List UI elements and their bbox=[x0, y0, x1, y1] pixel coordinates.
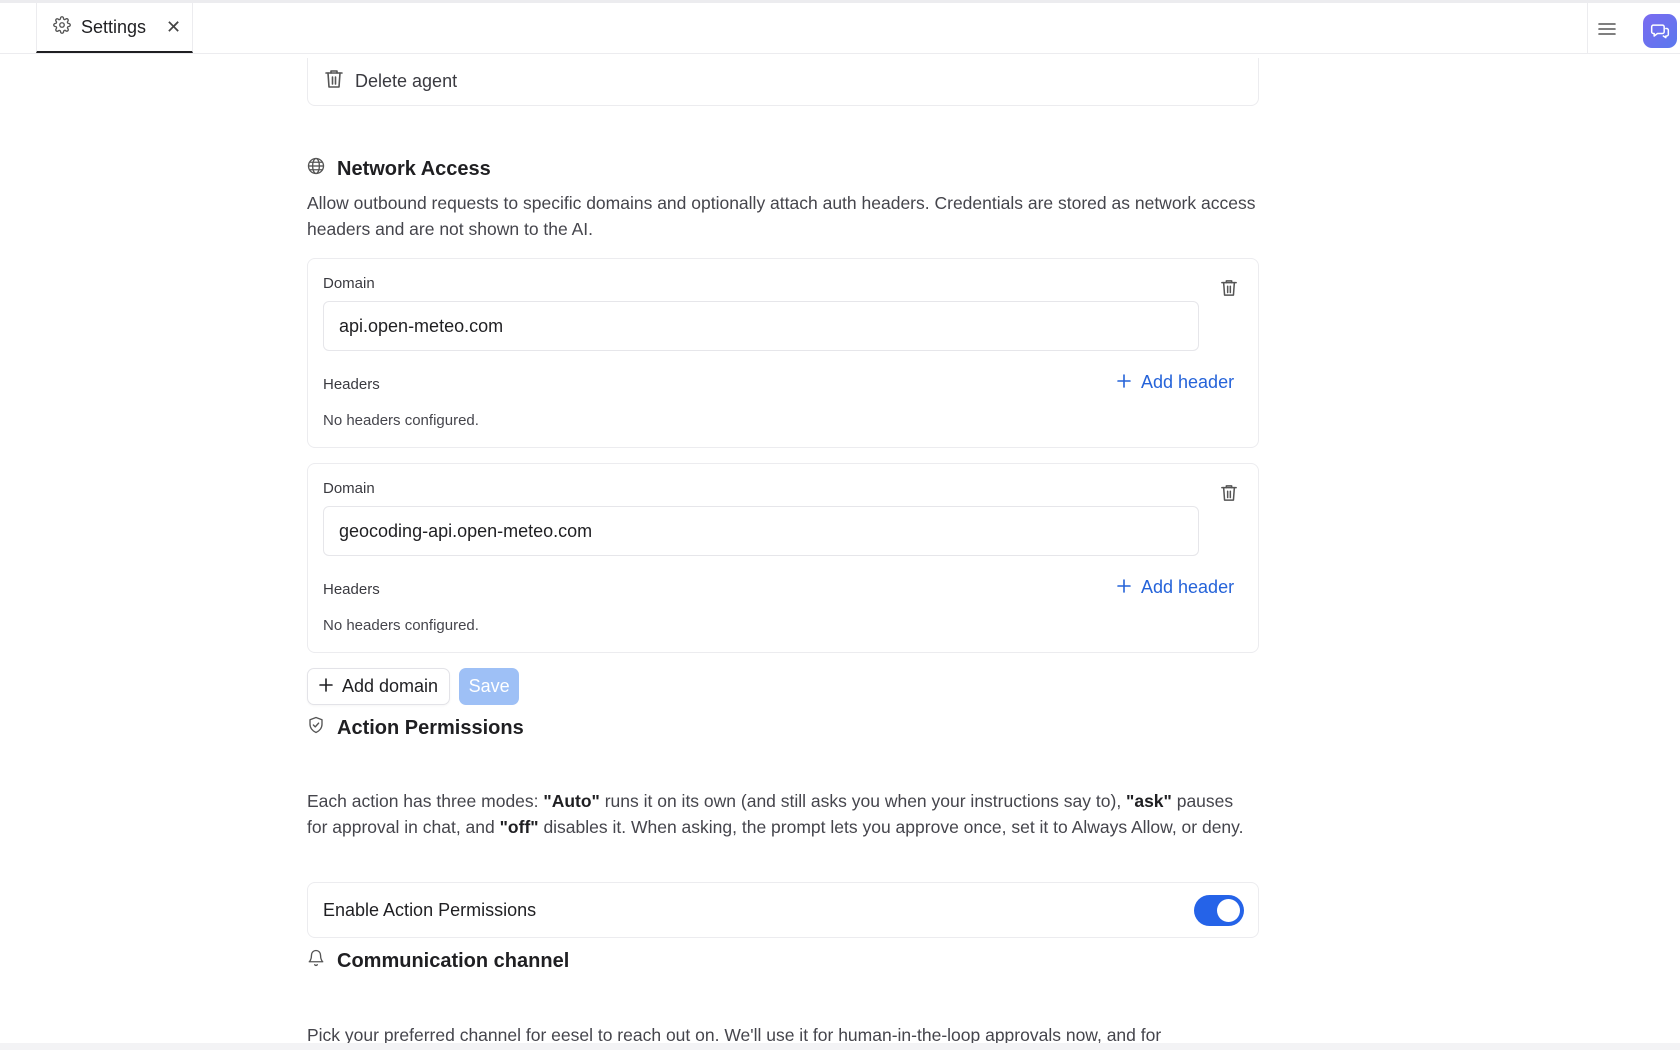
network-access-heading: Network Access bbox=[307, 157, 491, 181]
toggle-label: Enable Action Permissions bbox=[323, 899, 537, 920]
add-header-label: Add header bbox=[1141, 577, 1235, 597]
enable-action-permissions-row: Enable Action Permissions bbox=[307, 882, 1259, 938]
delete-agent-button[interactable]: Delete agent bbox=[307, 58, 1259, 106]
trash-icon[interactable] bbox=[1221, 279, 1237, 302]
plus-icon bbox=[1117, 372, 1131, 393]
plus-icon bbox=[319, 676, 333, 697]
bottom-edge bbox=[0, 1043, 1680, 1050]
close-icon[interactable]: ✕ bbox=[166, 18, 181, 36]
action-permissions-heading: Action Permissions bbox=[307, 716, 524, 740]
network-actions: Add domain Save bbox=[307, 668, 520, 705]
domain-card: Domain Headers Add header No headers con… bbox=[307, 463, 1259, 653]
domain-label: Domain bbox=[323, 480, 375, 497]
add-domain-button[interactable]: Add domain bbox=[307, 668, 451, 705]
divider bbox=[1587, 3, 1588, 53]
communication-title: Communication channel bbox=[337, 949, 570, 972]
domain-input[interactable] bbox=[323, 301, 1199, 351]
action-permissions-toggle[interactable] bbox=[1194, 895, 1244, 926]
globe-icon bbox=[307, 157, 325, 181]
add-header-label: Add header bbox=[1141, 372, 1235, 392]
domain-label: Domain bbox=[323, 275, 375, 292]
communication-heading: Communication channel bbox=[307, 949, 569, 973]
shield-check-icon bbox=[307, 716, 325, 740]
delete-agent-label: Delete agent bbox=[355, 71, 458, 91]
network-access-description: Allow outbound requests to specific doma… bbox=[307, 193, 1256, 239]
add-header-button[interactable]: Add header bbox=[1117, 372, 1234, 393]
domain-card: Domain Headers Add header No headers con… bbox=[307, 258, 1259, 448]
bell-icon bbox=[307, 949, 325, 973]
tab-settings[interactable]: Settings ✕ bbox=[36, 3, 193, 53]
toggle-knob bbox=[1217, 899, 1240, 922]
trash-icon[interactable] bbox=[1221, 484, 1237, 507]
menu-icon[interactable] bbox=[1595, 17, 1619, 41]
headers-label: Headers bbox=[323, 376, 380, 393]
add-domain-label: Add domain bbox=[342, 676, 439, 696]
tab-bar: Settings ✕ bbox=[0, 0, 1680, 54]
no-headers-text: No headers configured. bbox=[323, 412, 479, 429]
headers-label: Headers bbox=[323, 581, 380, 598]
trash-icon bbox=[325, 69, 343, 94]
domain-input[interactable] bbox=[323, 506, 1199, 556]
network-access-title: Network Access bbox=[337, 157, 491, 180]
tab-label: Settings bbox=[81, 16, 147, 37]
action-permissions-title: Action Permissions bbox=[337, 716, 524, 739]
action-permissions-description: Each action has three modes: "Auto" runs… bbox=[307, 791, 1244, 837]
plus-icon bbox=[1117, 577, 1131, 598]
chat-icon[interactable] bbox=[1643, 14, 1677, 48]
add-header-button[interactable]: Add header bbox=[1117, 577, 1234, 598]
communication-description: Pick your preferred channel for eesel to… bbox=[307, 1025, 1162, 1044]
no-headers-text: No headers configured. bbox=[323, 617, 479, 634]
save-button[interactable]: Save bbox=[459, 668, 520, 705]
gear-icon bbox=[53, 15, 71, 39]
